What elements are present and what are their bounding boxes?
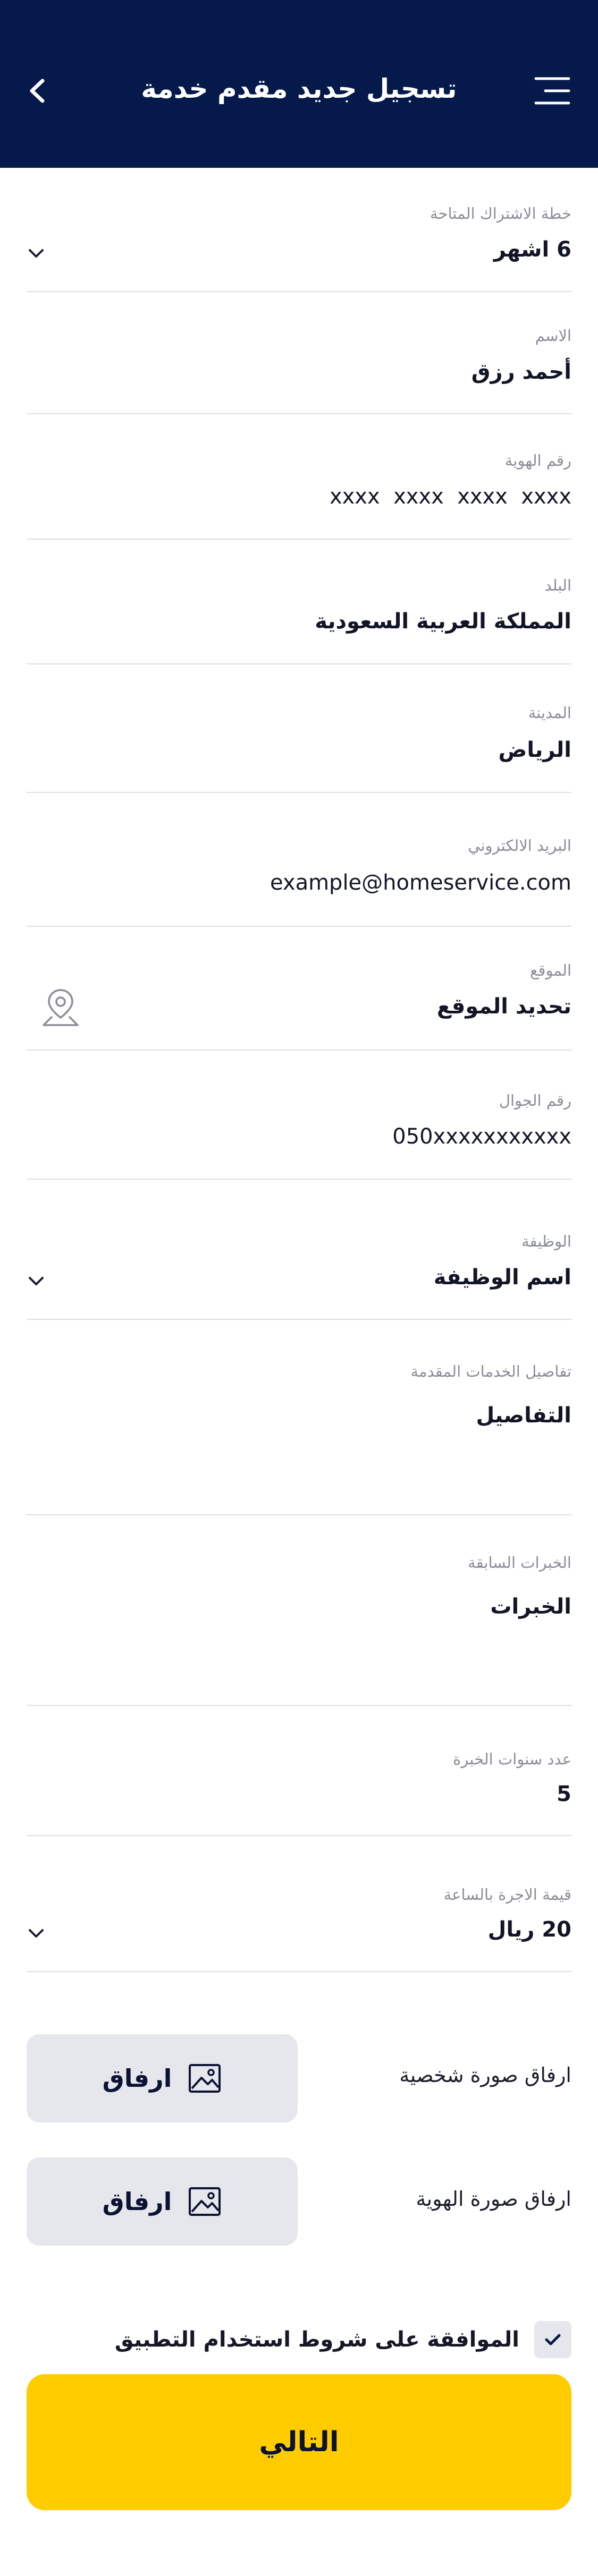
services-label: تفاصيل الخدمات المقدمة: [410, 1362, 572, 1380]
country-field[interactable]: البلد المملكة العربية السعودية: [27, 576, 571, 664]
attach-button-label: ارفاق: [102, 2187, 172, 2216]
city-value: الرياض: [498, 738, 571, 762]
attach-photo-button[interactable]: ارفاق: [27, 2034, 298, 2122]
terms-checkbox[interactable]: [534, 2321, 571, 2358]
attach-button-label: ارفاق: [102, 2064, 172, 2093]
name-label: الاسم: [535, 327, 571, 345]
experience-field[interactable]: الخبرات السابقة الخبرات: [27, 1554, 571, 1706]
email-label: البريد الالكتروني: [468, 837, 571, 855]
image-icon: [189, 2187, 221, 2216]
attach-id-label: ارفاق صورة الهوية: [416, 2187, 571, 2211]
email-field[interactable]: البريد الالكتروني example@homeservice.co…: [27, 837, 571, 927]
years-label: عدد سنوات الخبرة: [453, 1750, 571, 1768]
menu-icon[interactable]: [534, 74, 571, 107]
location-pin-icon[interactable]: [40, 986, 81, 1028]
name-value: أحمد رزق: [471, 360, 571, 384]
city-field[interactable]: المدينة الرياض: [27, 704, 571, 793]
country-value: المملكة العربية السعودية: [315, 609, 571, 634]
phone-field[interactable]: رقم الجوال 050xxxxxxxxxxx: [27, 1091, 571, 1180]
next-button-label: التالي: [259, 2426, 339, 2458]
check-icon: [545, 2334, 561, 2345]
job-value: اسم الوظيفة: [433, 1265, 571, 1290]
attach-photo-label: ارفاق صورة شخصية: [399, 2063, 571, 2087]
image-icon: [189, 2064, 221, 2093]
experience-value: الخبرات: [490, 1594, 571, 1619]
page-title: تسجيل جديد مقدم خدمة: [141, 73, 457, 104]
services-value: التفاصيل: [476, 1403, 571, 1428]
chevron-down-icon[interactable]: [27, 1924, 46, 1943]
services-details-field[interactable]: تفاصيل الخدمات المقدمة التفاصيل: [27, 1362, 571, 1515]
plan-select[interactable]: خطة الاشتراك المتاحة 6 اشهر: [27, 204, 571, 292]
next-button[interactable]: التالي: [27, 2374, 571, 2510]
plan-value: 6 اشهر: [493, 237, 571, 262]
chevron-down-icon[interactable]: [27, 244, 46, 263]
rate-select[interactable]: قيمة الاجرة بالساعة 20 ريال: [27, 1886, 571, 1972]
phone-value: 050xxxxxxxxxxx: [392, 1124, 571, 1149]
country-label: البلد: [544, 576, 571, 594]
email-value: example@homeservice.com: [270, 871, 571, 895]
attach-id-button[interactable]: ارفاق: [27, 2157, 298, 2246]
plan-label: خطة الاشتراك المتاحة: [429, 204, 571, 223]
experience-label: الخبرات السابقة: [468, 1554, 571, 1572]
id-number-label: رقم الهوية: [504, 451, 571, 470]
location-value: تحديد الموقع: [436, 994, 571, 1019]
years-field[interactable]: عدد سنوات الخبرة 5: [27, 1750, 571, 1836]
rate-label: قيمة الاجرة بالساعة: [443, 1886, 571, 1904]
name-field[interactable]: الاسم أحمد رزق: [27, 327, 571, 414]
job-label: الوظيفة: [521, 1232, 571, 1250]
location-field[interactable]: الموقع تحديد الموقع: [27, 961, 571, 1051]
city-label: المدينة: [528, 704, 571, 722]
job-select[interactable]: الوظيفة اسم الوظيفة: [27, 1232, 571, 1320]
location-label: الموقع: [530, 961, 571, 979]
terms-label: الموافقة على شروط استخدام التطبيق: [114, 2327, 519, 2352]
phone-label: رقم الجوال: [499, 1091, 571, 1110]
id-number-field[interactable]: رقم الهوية xxxx xxxx xxxx xxxx: [27, 451, 571, 540]
rate-value: 20 ريال: [487, 1917, 571, 1942]
terms-agreement: الموافقة على شروط استخدام التطبيق: [115, 2321, 571, 2358]
id-number-value: xxxx xxxx xxxx xxxx: [329, 484, 571, 509]
chevron-down-icon[interactable]: [27, 1272, 46, 1291]
years-value: 5: [557, 1782, 571, 1806]
app-header: تسجيل جديد مقدم خدمة: [0, 0, 598, 168]
